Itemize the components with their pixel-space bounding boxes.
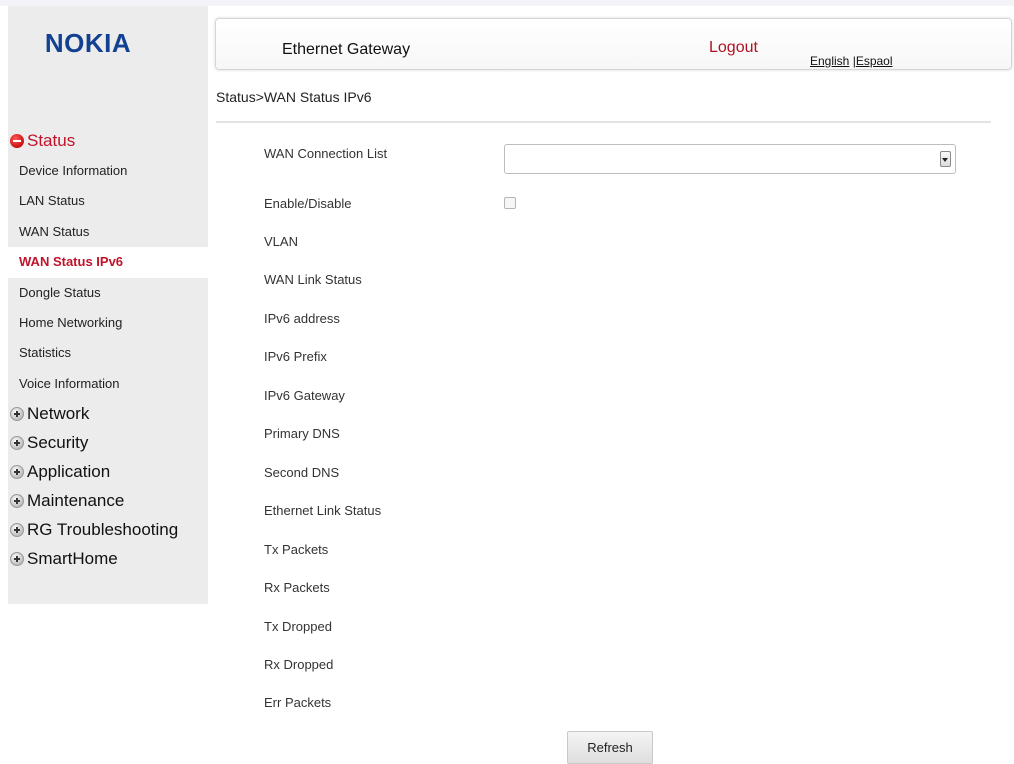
sidebar-group-label: Maintenance bbox=[27, 490, 125, 510]
field-label-ethernet-link-status: Ethernet Link Status bbox=[264, 503, 382, 518]
refresh-button[interactable]: Refresh bbox=[567, 731, 653, 764]
sidebar-group-network[interactable]: Network bbox=[8, 399, 208, 428]
enable-checkbox[interactable] bbox=[504, 197, 516, 209]
language-english-link[interactable]: English bbox=[810, 54, 849, 68]
plus-circle-icon bbox=[10, 522, 24, 537]
field-label-second-dns: Second DNS bbox=[264, 465, 340, 480]
language-switcher: English |Espaol bbox=[810, 54, 893, 68]
field-label-ipv6-gateway: IPv6 Gateway bbox=[264, 388, 345, 403]
plus-circle-icon bbox=[10, 551, 24, 566]
field-label-tx-packets: Tx Packets bbox=[264, 542, 329, 557]
sidebar-item-statistics[interactable]: Statistics bbox=[8, 338, 208, 368]
sidebar-item-dongle-status[interactable]: Dongle Status bbox=[8, 278, 208, 308]
minus-circle-icon bbox=[10, 134, 24, 148]
sidebar-group-application[interactable]: Application bbox=[8, 457, 208, 486]
sidebar-item-wan-status[interactable]: WAN Status bbox=[8, 217, 208, 247]
sidebar-group-label: Security bbox=[27, 432, 89, 452]
header-bar: Ethernet Gateway Logout English |Espaol bbox=[215, 18, 1012, 70]
sidebar-group-security[interactable]: Security bbox=[8, 428, 208, 457]
sidebar-group-maintenance[interactable]: Maintenance bbox=[8, 486, 208, 515]
sidebar-group-label: RG Troubleshooting bbox=[27, 519, 179, 539]
sidebar-nav: Status Device Information LAN Status WAN… bbox=[8, 130, 208, 573]
sidebar-group-status[interactable]: Status bbox=[8, 130, 208, 152]
chevron-down-icon bbox=[940, 151, 951, 167]
sidebar-group-label: Application bbox=[27, 461, 111, 481]
field-label-err-packets: Err Packets bbox=[264, 695, 332, 710]
field-label-ipv6-prefix: IPv6 Prefix bbox=[264, 349, 327, 364]
plus-circle-icon bbox=[10, 406, 24, 421]
sidebar: NOKIA Status Device Information LAN Stat… bbox=[8, 6, 208, 604]
field-label-tx-dropped: Tx Dropped bbox=[264, 619, 332, 634]
wan-connection-select[interactable] bbox=[504, 144, 956, 174]
field-label-vlan: VLAN bbox=[264, 234, 298, 249]
nokia-logo: NOKIA bbox=[44, 28, 132, 58]
field-label-rx-packets: Rx Packets bbox=[264, 580, 330, 595]
sidebar-group-smarthome[interactable]: SmartHome bbox=[8, 544, 208, 573]
field-label-wan-link-status: WAN Link Status bbox=[264, 272, 362, 287]
wan-connection-list-label: WAN Connection List bbox=[264, 146, 388, 161]
field-label-primary-dns: Primary DNS bbox=[264, 426, 340, 441]
sidebar-group-label: SmartHome bbox=[27, 548, 118, 568]
enable-disable-label: Enable/Disable bbox=[264, 196, 352, 211]
breadcrumb: Status>WAN Status IPv6 bbox=[216, 89, 372, 105]
plus-circle-icon bbox=[10, 435, 24, 450]
sidebar-group-rg-troubleshooting[interactable]: RG Troubleshooting bbox=[8, 515, 208, 544]
sidebar-item-device-information[interactable]: Device Information bbox=[8, 156, 208, 186]
sidebar-item-voice-information[interactable]: Voice Information bbox=[8, 369, 208, 399]
sidebar-item-home-networking[interactable]: Home Networking bbox=[8, 308, 208, 338]
plus-circle-icon bbox=[10, 464, 24, 479]
field-label-ipv6-address: IPv6 address bbox=[264, 311, 340, 326]
sidebar-group-label: Network bbox=[27, 403, 90, 423]
header: Ethernet Gateway Logout English |Espaol bbox=[208, 16, 1014, 72]
sidebar-group-label: Status bbox=[27, 131, 76, 150]
language-spanish-link[interactable]: Espaol bbox=[856, 54, 893, 68]
sidebar-item-wan-status-ipv6[interactable]: WAN Status IPv6 bbox=[8, 247, 208, 278]
divider bbox=[216, 121, 991, 123]
logout-link[interactable]: Logout bbox=[709, 39, 758, 57]
field-label-rx-dropped: Rx Dropped bbox=[264, 657, 334, 672]
sidebar-item-lan-status[interactable]: LAN Status bbox=[8, 186, 208, 216]
app-title: Ethernet Gateway bbox=[282, 41, 411, 58]
plus-circle-icon bbox=[10, 493, 24, 508]
